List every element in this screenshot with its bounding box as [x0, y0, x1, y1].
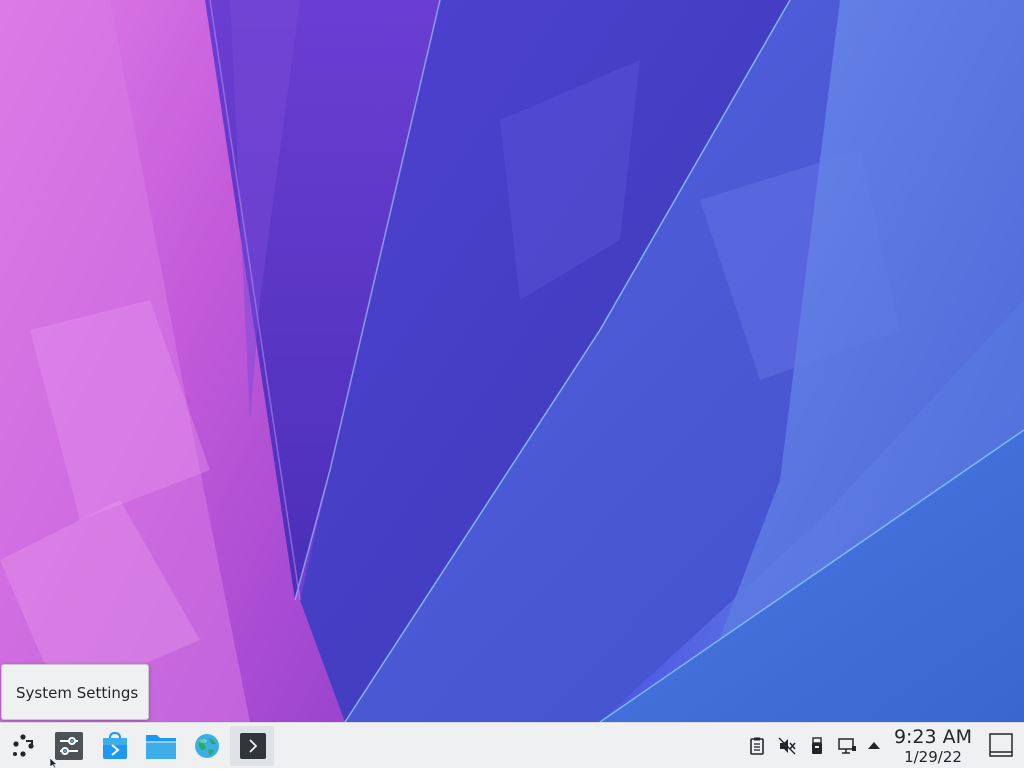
task-konsole[interactable]: [234, 723, 272, 769]
system-settings-tooltip: System Settings: [1, 664, 149, 720]
clock-time: 9:23 AM: [893, 726, 973, 748]
discover-icon: [103, 731, 127, 759]
task-discover[interactable]: [96, 723, 134, 769]
clipboard-icon: [750, 737, 764, 755]
web-browser-icon: [195, 734, 219, 758]
show-desktop-icon: [989, 733, 1013, 757]
show-desktop-button[interactable]: [988, 732, 1014, 758]
task-dolphin[interactable]: [142, 723, 180, 769]
volume-button[interactable]: [777, 736, 797, 756]
folder-icon: [146, 735, 176, 759]
desktop-wallpaper[interactable]: [0, 0, 1024, 722]
digital-clock[interactable]: 9:23 AM 1/29/22: [884, 725, 982, 767]
application-launcher-button[interactable]: [4, 723, 42, 769]
task-web-browser[interactable]: [188, 723, 226, 769]
application-launcher-icon: [13, 734, 34, 757]
expand-tray-button[interactable]: [866, 736, 886, 756]
clock-date: 1/29/22: [904, 748, 962, 766]
system-settings-icon: [55, 732, 83, 760]
taskbar-panel: 9:23 AM 1/29/22: [0, 722, 1024, 768]
mouse-cursor-icon: [50, 758, 58, 768]
terminal-icon: [240, 733, 266, 759]
volume-muted-icon: [778, 737, 796, 755]
clipboard-button[interactable]: [747, 736, 767, 756]
removable-device-icon: [812, 737, 822, 754]
wallpaper-art: [0, 0, 1024, 722]
network-button[interactable]: [837, 736, 857, 756]
removable-devices-button[interactable]: [807, 736, 827, 756]
network-wired-icon: [838, 738, 856, 754]
tooltip-text: System Settings: [16, 684, 139, 702]
expand-tray-arrow-icon: [868, 742, 880, 749]
